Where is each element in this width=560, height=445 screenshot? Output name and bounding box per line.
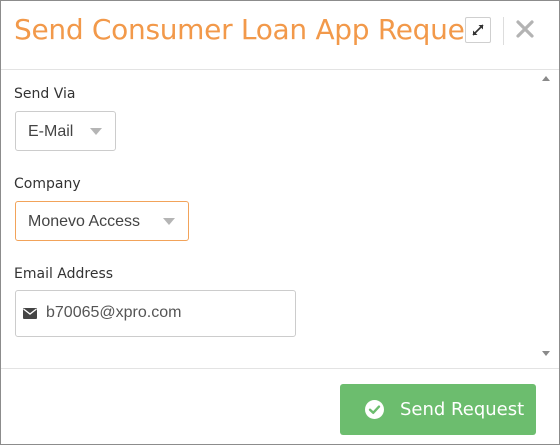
company-label: Company [14, 176, 81, 192]
email-field-wrapper [15, 290, 296, 337]
send-via-select[interactable]: E-Mail [15, 111, 116, 151]
header-divider [503, 17, 504, 45]
chevron-down-icon [163, 218, 175, 225]
send-via-label: Send Via [14, 86, 76, 102]
expand-button[interactable] [465, 17, 491, 43]
scroll-up-arrow-icon[interactable] [542, 76, 550, 81]
dialog-header: Send Consumer Loan App Request [1, 1, 559, 70]
send-via-value: E-Mail [28, 123, 74, 140]
email-input[interactable] [46, 301, 286, 325]
check-circle-icon [365, 400, 384, 419]
envelope-icon [23, 308, 37, 319]
expand-arrows-icon [472, 24, 484, 36]
dialog-title: Send Consumer Loan App Request [14, 13, 490, 46]
company-select[interactable]: Monevo Access [15, 201, 189, 241]
send-request-label: Send Request [400, 399, 525, 420]
dialog-footer: Send Request [1, 368, 559, 445]
email-address-label: Email Address [14, 266, 114, 282]
close-button[interactable] [514, 18, 536, 40]
chevron-down-icon [90, 128, 102, 135]
dialog-body: Send Via E-Mail Company Monevo Access Em… [1, 70, 559, 367]
send-request-dialog: Send Consumer Loan App Request Send Via … [0, 0, 560, 445]
send-request-button[interactable]: Send Request [340, 384, 536, 435]
company-value: Monevo Access [28, 213, 141, 230]
close-x-icon [516, 20, 534, 38]
scroll-down-arrow-icon[interactable] [542, 351, 550, 356]
